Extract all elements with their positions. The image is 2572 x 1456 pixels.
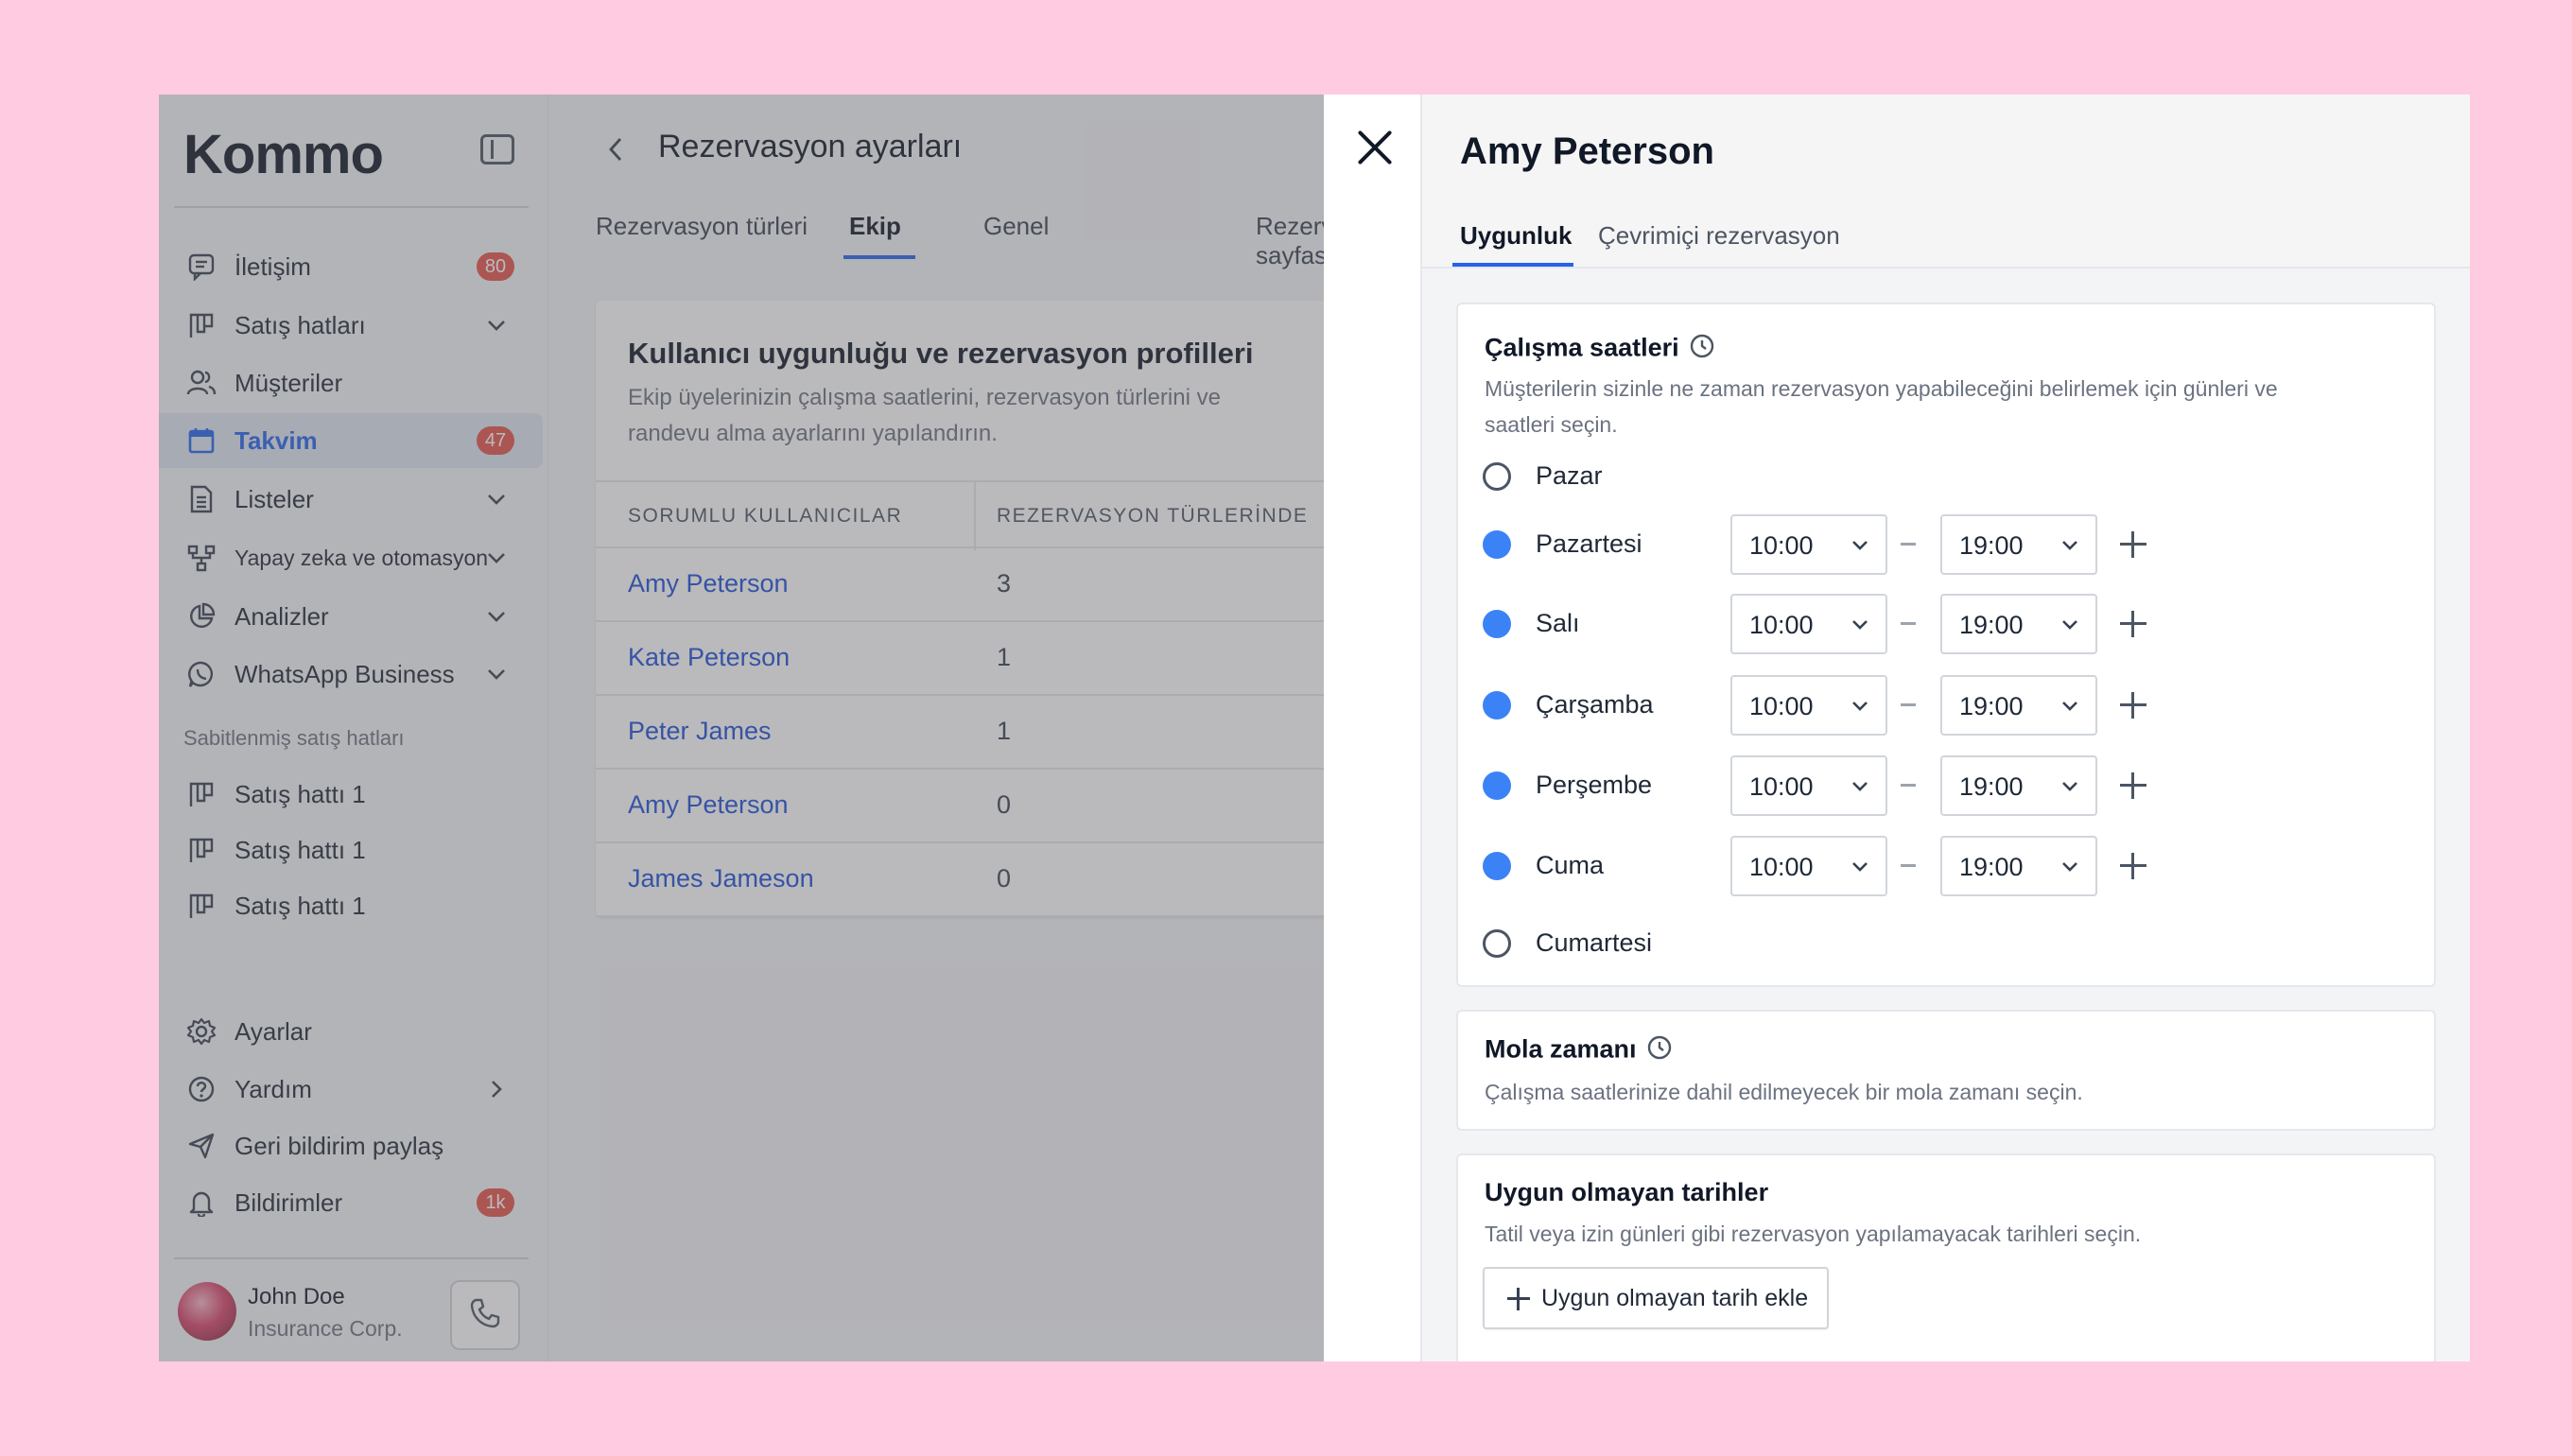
start-time-select[interactable]: 10:00 <box>1730 514 1887 575</box>
modal-backdrop[interactable] <box>159 95 1324 1361</box>
add-unavailable-date-button[interactable]: Uygun olmayan tarih ekle <box>1483 1267 1829 1329</box>
day-label: Cumartesi <box>1536 928 1653 957</box>
add-interval-icon[interactable] <box>2116 849 2150 883</box>
day-toggle[interactable] <box>1483 852 1511 880</box>
chevron-down-icon <box>2059 857 2080 877</box>
app-window: Kommo İletişim 80 Satış hatları Müşteril… <box>159 95 2470 1361</box>
panel-title: Uygun olmayan tarihler <box>1485 1178 1769 1206</box>
range-separator <box>1901 784 1916 787</box>
day-toggle[interactable] <box>1483 771 1511 800</box>
clock-icon <box>1646 1034 1673 1067</box>
chevron-down-icon <box>2059 776 2080 797</box>
panel-title: Mola zamanı <box>1485 1034 1673 1067</box>
chevron-down-icon <box>1850 615 1870 635</box>
panel-description: Çalışma saatlerinize dahil edilmeyecek b… <box>1485 1080 2083 1104</box>
add-interval-icon[interactable] <box>2116 607 2150 641</box>
day-toggle[interactable] <box>1483 610 1511 638</box>
add-interval-icon[interactable] <box>2116 769 2150 803</box>
start-time-select[interactable]: 10:00 <box>1730 675 1887 736</box>
panel-title: Çalışma saatleri <box>1485 333 1715 366</box>
add-interval-icon[interactable] <box>2116 688 2150 722</box>
end-time-select[interactable]: 19:00 <box>1940 675 2097 736</box>
button-label: Uygun olmayan tarih ekle <box>1541 1285 1809 1311</box>
day-toggle[interactable] <box>1483 462 1511 491</box>
chevron-down-icon <box>1850 696 1870 717</box>
day-label: Perşembe <box>1536 771 1653 799</box>
day-row-carsamba: Çarşamba 10:00 19:00 <box>1458 675 2434 736</box>
day-row-cuma: Cuma 10:00 19:00 <box>1458 836 2434 896</box>
start-time-value: 10:00 <box>1749 531 1814 560</box>
clock-icon <box>1689 333 1715 366</box>
range-separator <box>1901 703 1916 706</box>
start-time-value: 10:00 <box>1749 611 1814 639</box>
drawer-title: Amy Peterson <box>1460 130 1714 172</box>
end-time-value: 19:00 <box>1959 772 2024 801</box>
break-time-panel: Mola zamanı Çalışma saatlerinize dahil e… <box>1456 1010 2436 1131</box>
day-toggle[interactable] <box>1483 691 1511 719</box>
range-separator <box>1901 622 1916 625</box>
chevron-down-icon <box>2059 615 2080 635</box>
range-separator <box>1901 864 1916 867</box>
plus-icon <box>1507 1288 1530 1310</box>
user-settings-drawer: Amy Peterson Uygunluk Çevrimiçi rezervas… <box>1422 95 2470 1361</box>
end-time-value: 19:00 <box>1959 611 2024 639</box>
working-hours-panel: Çalışma saatleri Müşterilerin sizinle ne… <box>1456 303 2436 987</box>
start-time-value: 10:00 <box>1749 772 1814 801</box>
chevron-down-icon <box>1850 857 1870 877</box>
panel-description: Müşterilerin sizinle ne zaman rezervasyo… <box>1485 376 2278 437</box>
start-time-value: 10:00 <box>1749 692 1814 720</box>
close-icon[interactable] <box>1354 127 1396 168</box>
day-row-pazartesi: Pazartesi 10:00 19:00 <box>1458 514 2434 575</box>
day-row-sali: Salı 10:00 19:00 <box>1458 594 2434 654</box>
start-time-select[interactable]: 10:00 <box>1730 594 1887 654</box>
break-time-title: Mola zamanı <box>1485 1034 1637 1064</box>
panel-description: Tatil veya izin günleri gibi rezervasyon… <box>1485 1222 2142 1246</box>
day-row-persembe: Perşembe 10:00 19:00 <box>1458 755 2434 816</box>
end-time-select[interactable]: 19:00 <box>1940 594 2097 654</box>
end-time-value: 19:00 <box>1959 531 2024 560</box>
start-time-select[interactable]: 10:00 <box>1730 836 1887 896</box>
day-label: Pazartesi <box>1536 529 1642 558</box>
active-tab-indicator <box>1452 263 1573 267</box>
chevron-down-icon <box>1850 535 1870 556</box>
end-time-value: 19:00 <box>1959 692 2024 720</box>
working-hours-title: Çalışma saatleri <box>1485 333 1679 362</box>
day-toggle[interactable] <box>1483 530 1511 559</box>
drawer-close-strip <box>1324 95 1422 1361</box>
add-interval-icon[interactable] <box>2116 528 2150 562</box>
chevron-down-icon <box>1850 776 1870 797</box>
day-label: Pazar <box>1536 461 1603 490</box>
range-separator <box>1901 543 1916 546</box>
end-time-select[interactable]: 19:00 <box>1940 514 2097 575</box>
end-time-select[interactable]: 19:00 <box>1940 755 2097 816</box>
tab-uygunluk[interactable]: Uygunluk <box>1460 221 1572 251</box>
start-time-value: 10:00 <box>1749 853 1814 881</box>
chevron-down-icon <box>2059 535 2080 556</box>
tab-cevrimici-rezervasyon[interactable]: Çevrimiçi rezervasyon <box>1598 221 1840 251</box>
day-row-pazar: Pazar <box>1458 446 2434 507</box>
day-label: Salı <box>1536 609 1580 637</box>
day-toggle[interactable] <box>1483 929 1511 958</box>
end-time-select[interactable]: 19:00 <box>1940 836 2097 896</box>
unavailable-dates-panel: Uygun olmayan tarihler Tatil veya izin g… <box>1456 1153 2436 1361</box>
day-label: Cuma <box>1536 851 1605 879</box>
start-time-select[interactable]: 10:00 <box>1730 755 1887 816</box>
day-label: Çarşamba <box>1536 690 1654 719</box>
drawer-header: Amy Peterson Uygunluk Çevrimiçi rezervas… <box>1422 95 2470 269</box>
end-time-value: 19:00 <box>1959 853 2024 881</box>
day-row-cumartesi: Cumartesi <box>1458 913 2434 974</box>
chevron-down-icon <box>2059 696 2080 717</box>
